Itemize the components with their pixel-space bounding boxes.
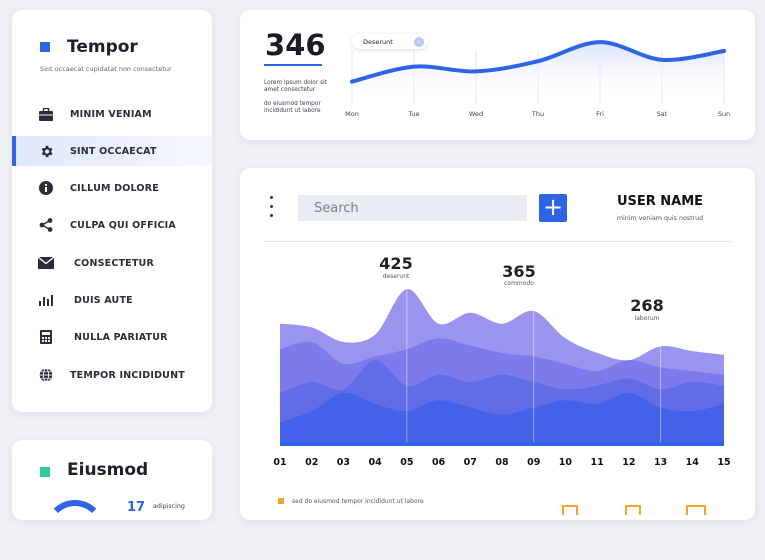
sidebar-item-label: CULPA QUI OFFICIA [70,219,176,231]
x-tick-label: Sun [717,110,731,118]
sidebar-item-label: NULLA PARIATUR [74,331,168,343]
brand-subtitle: Sint occaecat cupidatat non consectetur [40,65,172,73]
main-panel: + USER NAME minim veniam quis nostrud 42… [240,168,755,520]
peak-value-3: 268 [630,296,664,315]
sidebar-item-cillum-dolore[interactable]: CILLUM DOLORE [12,173,212,203]
x-tick-label: Mon [345,110,359,118]
sidebar-item-duis-aute[interactable]: DUIS AUTE [12,285,212,315]
sidebar-item-tempor-incididunt[interactable]: TEMPOR INCIDIDUNT [12,360,212,390]
sidebar-item-sint-occaecat[interactable]: SINT OCCAECAT [12,136,212,166]
x-tick-label: Thu [531,110,545,118]
brand-title: Tempor [67,37,138,57]
legend-marker-1 [562,505,578,515]
sidebar-item-label: DUIS AUTE [74,294,133,306]
x-tick-label: 15 [717,457,731,468]
summary-title: Eiusmod [67,460,149,480]
x-tick-label: Sat [656,110,668,118]
x-tick-label: 13 [653,457,668,468]
briefcase-icon [38,106,54,122]
weekly-line-chart [350,40,726,104]
x-tick-label: 10 [558,457,573,468]
sidebar-item-label: CILLUM DOLORE [70,182,159,194]
summary-text: adipiscing [153,503,185,510]
x-tick-label: 12 [622,457,636,468]
x-tick-label: 05 [400,457,414,468]
sidebar-item-nulla-pariatur[interactable]: NULLA PARIATUR [12,322,212,352]
sidebar-item-minim-veniam[interactable]: MINIM VENIAM [12,99,212,129]
peak-label-3: laborum [634,315,660,322]
summary-number: 17 [127,500,146,515]
x-tick-label: 04 [368,457,382,468]
peak-value-1: 425 [379,254,413,273]
x-tick-label: 02 [305,457,319,468]
bar-chart-icon [38,292,54,308]
chart-baseline [280,442,724,446]
legend-marker-3 [686,505,706,515]
peak-label-1: deserunt [382,273,410,280]
x-tick-label: 09 [527,457,541,468]
sidebar-item-label: TEMPOR INCIDIDUNT [70,369,185,381]
calculator-icon [38,329,54,345]
brand-square-icon [40,42,50,52]
x-tick-label: 06 [431,457,446,468]
sidebar-item-label: SINT OCCAECAT [70,145,157,157]
legend-marker-2 [625,505,641,515]
teal-square-icon [40,467,50,477]
sidebar-item-consectetur[interactable]: CONSECTETUR [12,248,212,278]
x-tick-label: 01 [273,457,287,468]
x-tick-label: 11 [590,457,604,468]
donut-chart [45,500,105,560]
legend-swatch [278,498,284,504]
summary-card: Eiusmod 17 adipiscing [12,440,212,520]
x-tick-label: 08 [495,457,509,468]
x-tick-label: 03 [336,457,351,468]
legend-text: sed do eiusmod tempor incididunt ut labo… [292,498,424,505]
sidebar-item-label: CONSECTETUR [74,257,154,269]
peak-label-2: commodo [504,280,534,287]
gear-icon [38,143,54,159]
mail-icon [38,255,54,271]
x-tick-label: Fri [596,110,604,118]
share-icon [38,217,54,233]
x-tick-label: Wed [468,110,484,118]
x-tick-label: Tue [408,110,420,118]
sidebar: Tempor Sint occaecat cupidatat non conse… [12,10,212,412]
sidebar-item-label: MINIM VENIAM [70,108,152,120]
globe-icon [38,367,54,383]
sidebar-item-culpa-qui-officia[interactable]: CULPA QUI OFFICIA [12,210,212,240]
info-icon [38,180,54,196]
x-tick-label: 14 [685,457,699,468]
peak-value-2: 365 [502,262,536,281]
x-tick-label: 07 [463,457,477,468]
weekly-stat-card: 346 Lorem ipsum dolor sit amet consectet… [240,10,755,140]
